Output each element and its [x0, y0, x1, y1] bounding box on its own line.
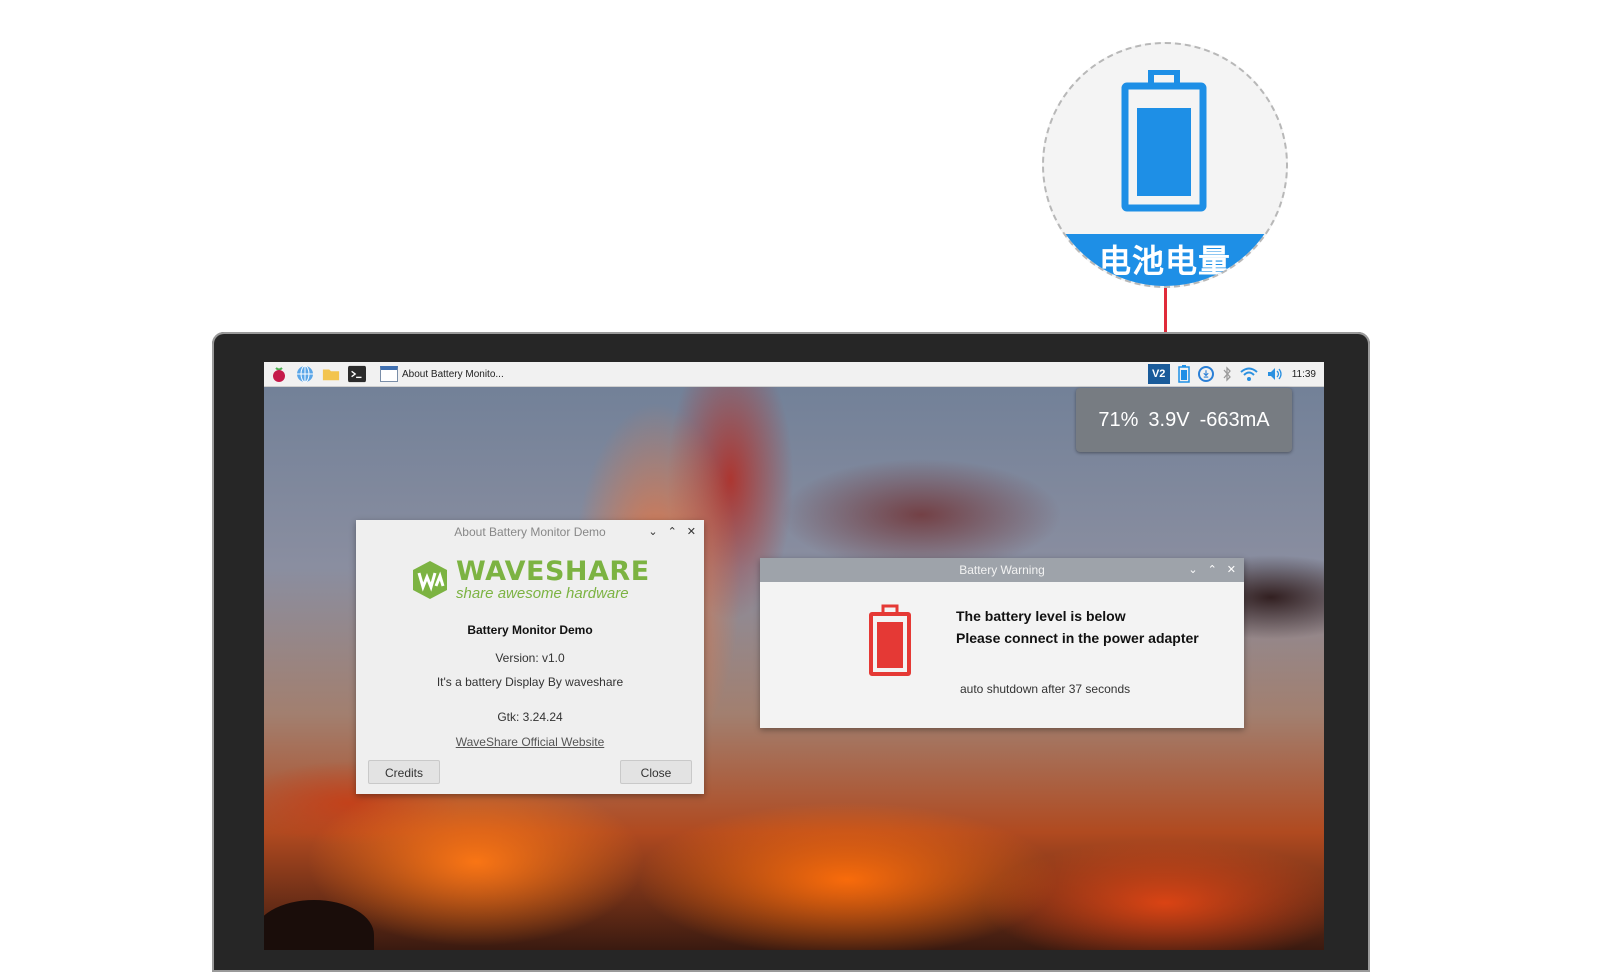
warning-title: Battery Warning	[959, 563, 1045, 577]
system-tray: V2 11:39	[1147, 364, 1316, 384]
taskbar: About Battery Monito... V2 11:39	[264, 362, 1324, 387]
waveshare-logo: WAVESHARE share awesome hardware	[410, 558, 650, 602]
warning-titlebar[interactable]: Battery Warning ⌄ ⌃ ✕	[760, 558, 1244, 582]
taskbar-launchers: About Battery Monito...	[270, 364, 504, 384]
clock[interactable]: 11:39	[1292, 369, 1316, 380]
warning-window-controls: ⌄ ⌃ ✕	[1188, 558, 1236, 582]
taskbar-window-label: About Battery Monito...	[402, 368, 504, 380]
battery-percent: 71%	[1098, 408, 1139, 431]
download-icon[interactable]	[1197, 366, 1214, 382]
terminal-icon[interactable]	[348, 365, 366, 383]
warning-line2: Please connect in the power adapter	[956, 630, 1199, 646]
desktop-screen: About Battery Monito... V2 11:39 71% 3.9…	[264, 362, 1324, 950]
callout-label: 电池电量	[1098, 242, 1231, 280]
minimize-icon[interactable]: ⌄	[648, 520, 657, 544]
battery-voltage: 3.9V	[1148, 408, 1190, 431]
about-title: About Battery Monitor Demo	[454, 525, 606, 539]
logo-tagline: share awesome hardware	[456, 585, 629, 602]
file-manager-icon[interactable]	[322, 365, 340, 383]
raspberry-pi-icon[interactable]	[270, 365, 288, 383]
about-window-controls: ⌄ ⌃ ✕	[648, 520, 696, 544]
website-link[interactable]: WaveShare Official Website	[356, 735, 704, 749]
waveshare-logo-icon	[413, 561, 447, 599]
battery-full-icon	[1121, 70, 1207, 212]
window-icon	[380, 366, 398, 382]
logo-text: WAVESHARE share awesome hardware	[456, 558, 650, 602]
wallpaper-mountain	[264, 900, 374, 950]
about-dialog: About Battery Monitor Demo ⌄ ⌃ ✕ WAVESHA…	[356, 520, 704, 794]
logo-word: WAVESHARE	[456, 556, 650, 587]
minimize-icon[interactable]: ⌄	[1188, 558, 1197, 582]
app-version: Version: v1.0	[495, 651, 565, 665]
close-icon[interactable]: ✕	[687, 520, 696, 544]
shutdown-countdown: auto shutdown after 37 seconds	[960, 682, 1131, 696]
app-name: Battery Monitor Demo	[467, 623, 593, 637]
app-description: It's a battery Display By waveshare	[436, 675, 624, 689]
battery-warning-dialog: Battery Warning ⌄ ⌃ ✕ The battery level …	[760, 558, 1244, 728]
credits-button[interactable]: Credits	[368, 760, 440, 784]
maximize-icon[interactable]: ⌃	[668, 520, 677, 544]
warning-line1: The battery level is below	[956, 608, 1126, 624]
battery-tooltip: 71% 3.9V -663mA	[1076, 388, 1292, 452]
about-titlebar[interactable]: About Battery Monitor Demo ⌄ ⌃ ✕	[356, 520, 704, 544]
bluetooth-icon[interactable]	[1222, 366, 1232, 382]
battery-current: -663mA	[1199, 408, 1270, 431]
web-browser-icon[interactable]	[296, 365, 314, 383]
close-icon[interactable]: ✕	[1227, 558, 1236, 582]
volume-icon[interactable]	[1266, 366, 1284, 382]
battery-icon[interactable]	[1177, 365, 1190, 383]
gtk-version: Gtk: 3.24.24	[497, 710, 563, 724]
wifi-icon[interactable]	[1240, 366, 1258, 382]
battery-callout: 电池电量	[1042, 42, 1288, 288]
close-button[interactable]: Close	[620, 760, 692, 784]
taskbar-window-button[interactable]: About Battery Monito...	[380, 366, 504, 382]
maximize-icon[interactable]: ⌃	[1208, 558, 1217, 582]
vnc-icon[interactable]: V2	[1147, 364, 1170, 384]
battery-low-icon	[869, 604, 911, 676]
